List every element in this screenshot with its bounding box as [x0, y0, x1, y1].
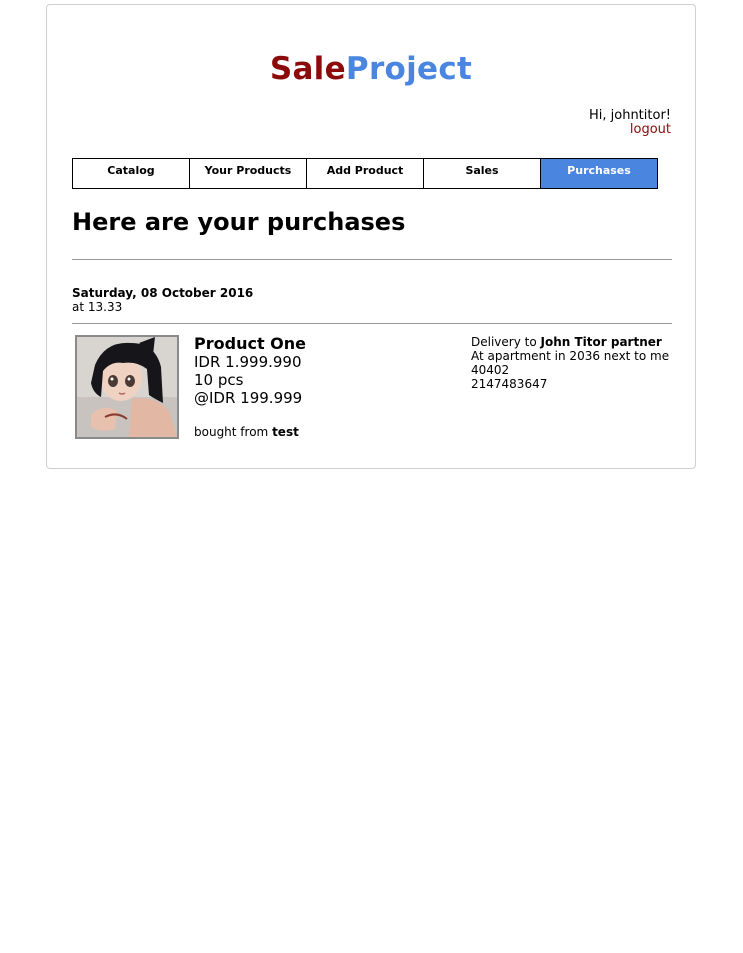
greeting-text: Hi, johntitor! [588, 108, 671, 123]
user-greeting-block: Hi, johntitor! logout [589, 109, 671, 137]
purchase-time: at 13.33 [72, 300, 123, 314]
delivery-phone: 2147483647 [471, 377, 548, 391]
purchase-divider [72, 323, 672, 324]
product-info: Product One IDR 1.999.990 10 pcs @IDR 19… [194, 335, 306, 441]
seller-line: bought from test [194, 423, 306, 441]
product-total: IDR 1.999.990 [194, 353, 302, 371]
tab-catalog[interactable]: Catalog [72, 158, 190, 189]
tab-purchases[interactable]: Purchases [540, 158, 658, 189]
tab-your-products[interactable]: Your Products [189, 158, 307, 189]
product-unit-price: @IDR 199.999 [194, 389, 303, 407]
delivery-recipient: John Titor partner [540, 335, 662, 349]
seller-name: test [272, 425, 299, 439]
delivery-recipient-line: Delivery to John Titor partner [471, 335, 669, 349]
title-divider [72, 259, 672, 260]
product-image-illustration [77, 337, 177, 437]
tab-add-product[interactable]: Add Product [306, 158, 424, 189]
purchase-date: Saturday, 08 October 2016 [72, 286, 254, 300]
seller-prefix: bought from [194, 425, 269, 439]
page-title: Here are your purchases [72, 208, 406, 236]
main-card: SaleProject Hi, johntitor! logout Catalo… [46, 4, 696, 469]
tab-sales[interactable]: Sales [423, 158, 541, 189]
delivery-info: Delivery to John Titor partner At apartm… [471, 335, 669, 391]
delivery-prefix: Delivery to [471, 335, 537, 349]
purchase-date-block: Saturday, 08 October 2016 at 13.33 [72, 286, 253, 314]
logo-project: Project [345, 51, 473, 87]
product-quantity: 10 pcs [194, 371, 244, 389]
logo-sale: Sale [269, 51, 346, 87]
product-image[interactable] [75, 335, 179, 439]
logout-link[interactable]: logout [589, 123, 671, 137]
delivery-address: At apartment in 2036 next to me [471, 349, 670, 363]
main-nav: Catalog Your Products Add Product Sales … [72, 158, 658, 189]
site-logo[interactable]: SaleProject [47, 51, 695, 87]
delivery-postal-code: 40402 [471, 363, 510, 377]
product-name[interactable]: Product One [194, 335, 306, 353]
